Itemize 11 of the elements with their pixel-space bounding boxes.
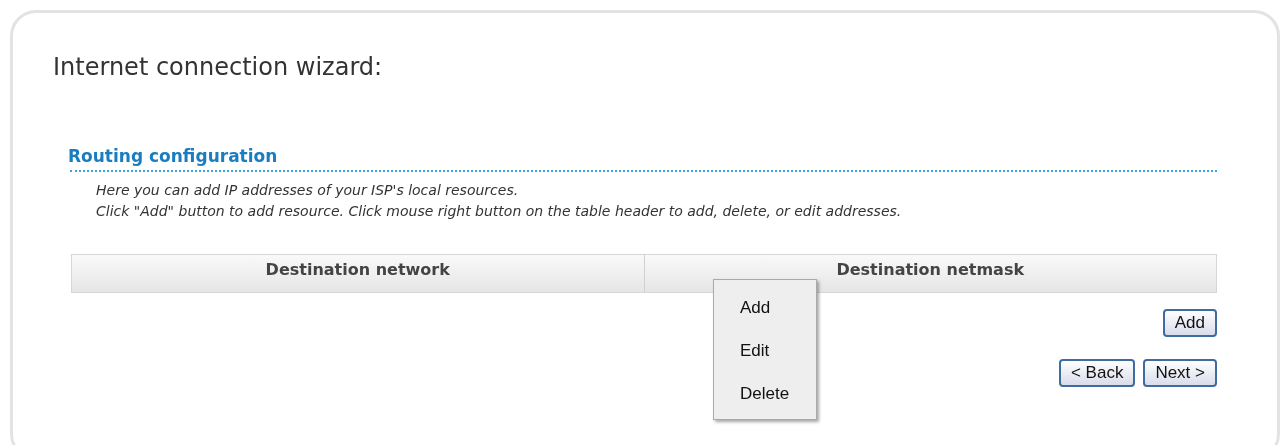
section-heading: Routing configuration: [68, 145, 279, 167]
page-title: Internet connection wizard:: [53, 53, 384, 82]
next-button[interactable]: Next >: [1143, 359, 1217, 388]
menu-item[interactable]: Delete: [714, 372, 816, 415]
table-header[interactable]: Destination network Destination netmask: [71, 254, 1217, 294]
description-text: Click "Add" button to add resource. Click mouse right button on the table header to add, delete, or edit addresses.: [96, 202, 903, 222]
back-button[interactable]: < Back: [1058, 359, 1136, 388]
add-button[interactable]: Add: [1162, 309, 1217, 338]
menu-item[interactable]: Edit: [714, 329, 816, 372]
column-header[interactable]: Destination network: [72, 255, 644, 293]
description-text: Here you can add IP addresses of your ISP's local resources.: [96, 181, 520, 201]
